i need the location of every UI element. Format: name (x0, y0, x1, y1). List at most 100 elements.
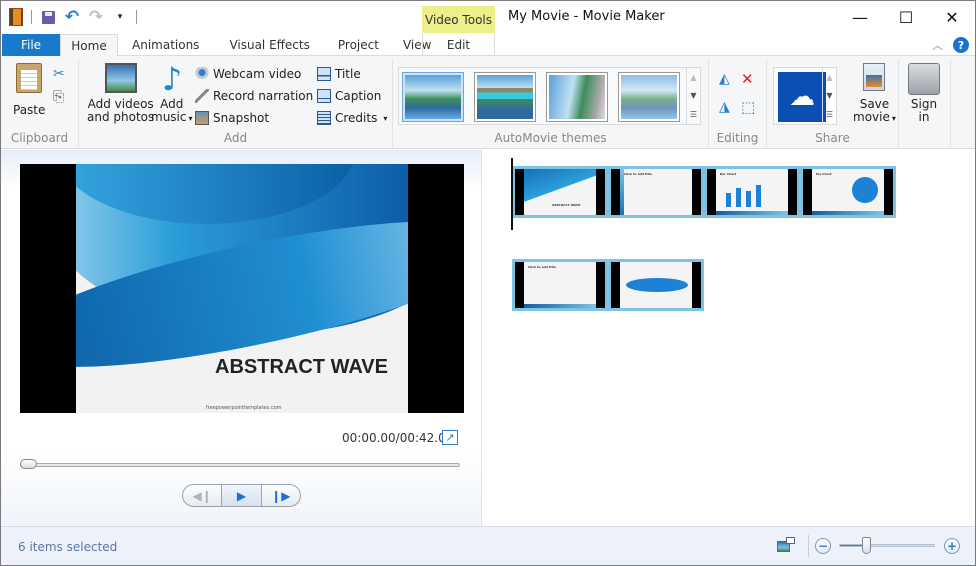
copy-button[interactable]: ⎘ (53, 87, 64, 107)
group-label-editing: Editing (716, 131, 759, 145)
qat-separator (31, 10, 32, 24)
storyboard-clip[interactable]: ABSTRACT WAVE (512, 166, 608, 218)
customize-qat-button[interactable]: ▾ (112, 9, 128, 25)
onedrive-button[interactable]: ☁ (778, 72, 826, 122)
zoom-in-button[interactable]: + (944, 538, 960, 554)
storyboard-clip[interactable]: Click to add title (608, 166, 704, 218)
tab-project[interactable]: Project (324, 34, 393, 56)
music-note-icon: ♪ (161, 60, 183, 98)
remove-icon: ✕ (741, 70, 754, 88)
title-bar: ↶ ↷ ▾ Video Tools My Movie - Movie Maker… (1, 1, 975, 34)
status-separator (808, 535, 809, 557)
paste-button[interactable]: Paste (13, 63, 45, 117)
video-tools-header: Video Tools (422, 6, 495, 33)
plus-icon: + (946, 539, 958, 553)
theme-thumbnail (477, 75, 533, 119)
storyboard-clip[interactable]: Click to add title (512, 259, 608, 311)
save-button[interactable] (40, 9, 56, 25)
theme-item-fade[interactable] (618, 72, 680, 122)
rotate-right-icon: ◮ (719, 99, 730, 115)
storyboard-clip[interactable]: Pie Chart (800, 166, 896, 218)
save-movie-icon (858, 63, 890, 95)
tab-animations[interactable]: Animations (118, 34, 213, 56)
redo-button[interactable]: ↷ (88, 7, 104, 27)
customize-icon: ▾ (117, 12, 123, 22)
seek-bar[interactable] (20, 459, 460, 469)
play-button[interactable]: ▶ (222, 485, 262, 506)
theme-thumbnail (549, 75, 605, 119)
window-title: My Movie - Movie Maker (508, 9, 665, 24)
snapshot-button[interactable]: Snapshot (195, 108, 269, 128)
playhead[interactable] (511, 158, 513, 230)
zoom-slider-thumb[interactable] (861, 537, 871, 554)
cut-button[interactable]: ✂ (53, 64, 65, 84)
thumbnail-size-button[interactable] (777, 537, 795, 553)
window-controls: — ☐ ✕ (837, 1, 975, 33)
theme-item-contemporary[interactable] (474, 72, 536, 122)
mini-bar-chart (726, 185, 761, 207)
qat-separator (136, 10, 137, 24)
tab-home[interactable]: Home (60, 34, 118, 57)
storyboard-clip[interactable]: Bar Chart (704, 166, 800, 218)
tab-visual-effects[interactable]: Visual Effects (213, 34, 323, 56)
help-icon[interactable]: ? (953, 37, 969, 53)
redo-icon: ↷ (88, 7, 104, 27)
preview-slide-url: freepowerpointtemplates.com (206, 405, 282, 411)
sign-in-button[interactable]: Sign in (908, 63, 940, 124)
share-scroll-down[interactable]: ▼ (826, 91, 832, 100)
collapse-ribbon-icon[interactable]: ︿ (932, 37, 943, 53)
zoom-out-button[interactable]: − (815, 538, 831, 554)
app-icon[interactable] (9, 8, 23, 26)
ribbon-right-controls: ︿ ? (932, 37, 969, 53)
previous-frame-button[interactable]: ◀❙ (183, 485, 223, 506)
undo-button[interactable]: ↶ (64, 9, 80, 26)
mini-pie-chart (852, 177, 878, 203)
share-more[interactable]: ☰ (826, 110, 833, 119)
caption-button[interactable]: Caption (317, 86, 381, 106)
tab-edit[interactable]: Edit (422, 34, 495, 56)
rotate-right-button[interactable]: ◮ (719, 97, 730, 117)
credits-button[interactable]: Credits ▾ (317, 108, 387, 128)
tab-file[interactable]: File (2, 34, 60, 56)
fullscreen-button[interactable]: ↗ (442, 430, 458, 445)
close-button[interactable]: ✕ (929, 1, 975, 33)
add-videos-photos-button[interactable]: Add videos and photos (87, 63, 154, 124)
select-all-button[interactable]: ⬚ (741, 97, 755, 117)
caption-icon (317, 89, 331, 103)
title-button[interactable]: Title (317, 64, 361, 84)
save-movie-button[interactable]: Save movie ▾ (853, 63, 896, 125)
rotate-left-button[interactable]: ◭ (719, 69, 730, 89)
group-label-share: Share (815, 131, 850, 145)
add-music-label-2: music ▾ (151, 110, 193, 124)
film-photo-icon (104, 63, 137, 95)
title-icon (317, 67, 331, 81)
movie-maker-window: ↶ ↷ ▾ Video Tools My Movie - Movie Maker… (0, 0, 976, 566)
sign-in-label-2: in (918, 110, 930, 124)
webcam-video-button[interactable]: Webcam video (195, 64, 301, 84)
minimize-button[interactable]: — (837, 1, 883, 33)
maximize-button[interactable]: ☐ (883, 1, 929, 33)
video-preview[interactable]: ABSTRACT WAVE freepowerpointtemplates.co… (20, 164, 464, 413)
gallery-scroll-up[interactable]: ▲ (690, 73, 696, 82)
remove-button[interactable]: ✕ (741, 69, 754, 89)
storyboard-clip[interactable] (608, 259, 704, 311)
storyboard: ABSTRACT WAVE Click to add title Bar Cha… (483, 150, 975, 526)
gallery-scroll-down[interactable]: ▼ (690, 91, 696, 100)
share-scroll-up[interactable]: ▲ (826, 73, 832, 82)
zoom-slider[interactable] (839, 537, 935, 554)
group-clipboard: Paste ✂ ⎘ Clipboard (1, 59, 79, 147)
theme-item-default[interactable] (402, 72, 464, 122)
rotate-left-icon: ◭ (719, 71, 730, 87)
play-icon: ▶ (236, 488, 247, 503)
next-frame-icon: ❙▶ (271, 488, 291, 503)
gallery-more[interactable]: ☰ (690, 110, 697, 119)
seek-thumb[interactable] (20, 459, 37, 469)
gallery-scroll: ▲ ▼ ☰ (686, 68, 700, 124)
save-movie-label-2: movie ▾ (853, 110, 896, 124)
record-narration-button[interactable]: Record narration ▾ (195, 86, 323, 106)
add-music-button[interactable]: ♪ Add music ▾ (151, 63, 193, 125)
next-frame-button[interactable]: ❙▶ (262, 485, 300, 506)
quick-access-toolbar: ↶ ↷ ▾ (9, 7, 137, 27)
theme-item-cinematic[interactable] (546, 72, 608, 122)
group-signin: Sign in (899, 59, 951, 147)
